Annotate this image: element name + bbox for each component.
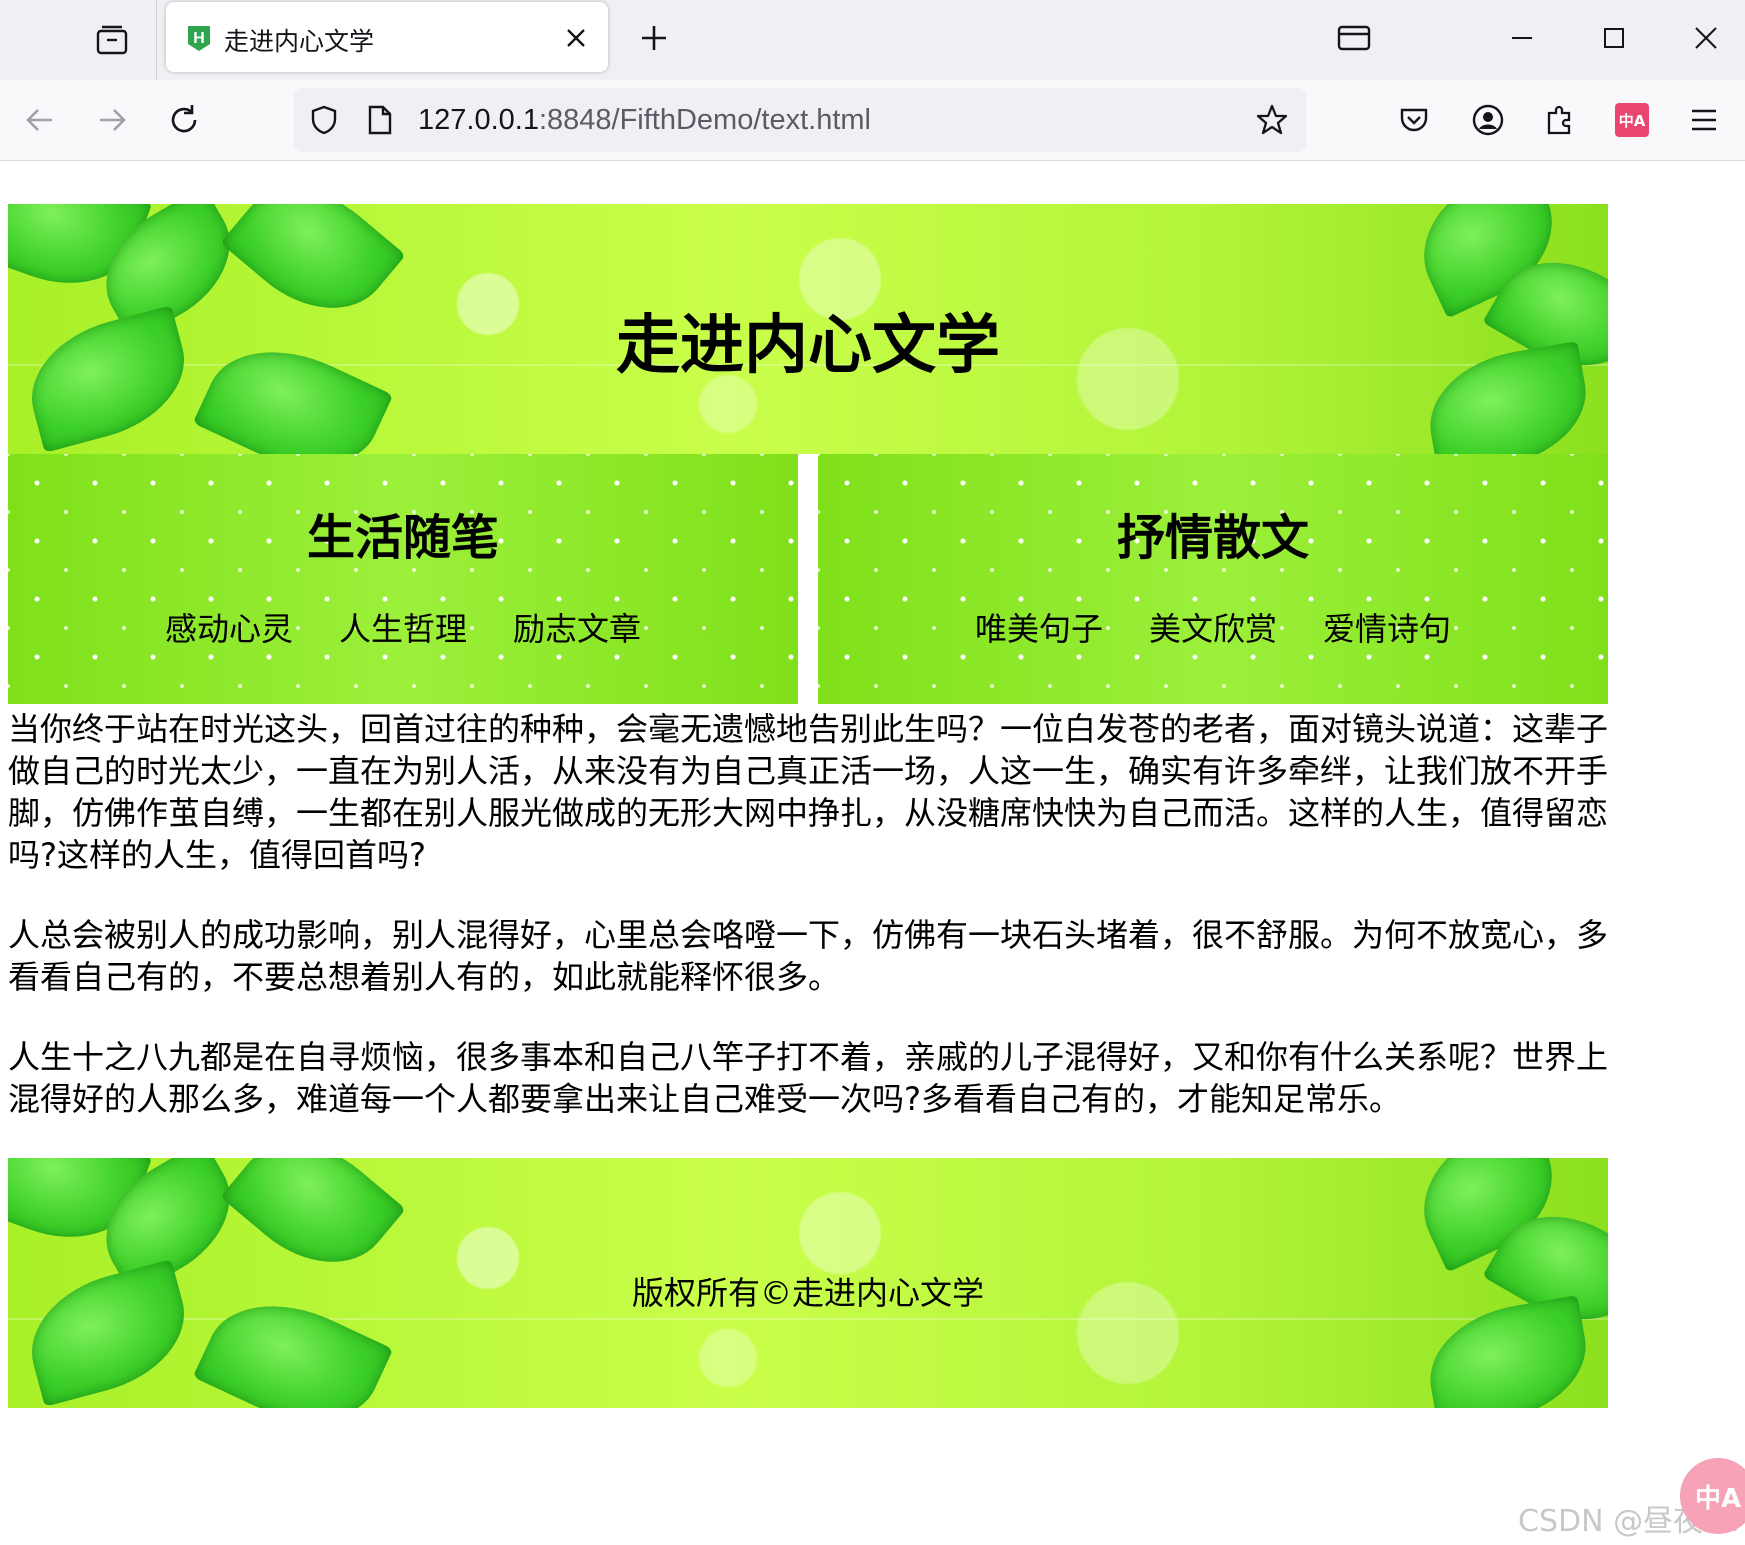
tab-close-button[interactable]	[558, 20, 594, 56]
minimize-icon	[1512, 37, 1532, 39]
article-paragraph: 当你终于站在时光这头，回首过往的种种，会毫无遗憾地告别此生吗？一位白发苍的老者，…	[8, 710, 1609, 874]
link-life-philosophy[interactable]: 人生哲理	[339, 604, 467, 650]
puzzle-icon	[1547, 105, 1571, 135]
footer-copyright: 版权所有©走进内心文学	[631, 1274, 984, 1312]
url-host: 127.0.0.1	[418, 104, 539, 136]
link-love-poems[interactable]: 爱情诗句	[1323, 604, 1451, 650]
header-banner: 走进内心文学	[8, 204, 1608, 454]
shield-icon	[311, 105, 337, 135]
hbuilder-favicon-icon: H	[188, 26, 210, 51]
forward-button[interactable]	[88, 96, 136, 144]
account-icon	[1472, 104, 1504, 136]
url-text[interactable]: 127.0.0.1:8848/FifthDemo/text.html	[418, 104, 871, 137]
menu-button[interactable]	[1680, 96, 1728, 144]
section-lyrical-prose: 抒情散文 唯美句子 美文欣赏 爱情诗句	[818, 454, 1608, 704]
page-info-button[interactable]	[360, 100, 400, 140]
back-button[interactable]	[16, 96, 64, 144]
bookmark-button[interactable]	[1252, 100, 1292, 140]
section-life-essays: 生活随笔 感动心灵 人生哲理 励志文章	[8, 454, 798, 704]
address-bar[interactable]: 127.0.0.1:8848/FifthDemo/text.html	[294, 88, 1306, 152]
minimize-button[interactable]	[1498, 14, 1546, 62]
extensions-button[interactable]	[1536, 96, 1584, 144]
navigation-bar: 127.0.0.1:8848/FifthDemo/text.html 中A	[0, 80, 1745, 161]
view-tabs-button[interactable]	[1330, 14, 1378, 62]
close-icon	[567, 29, 585, 47]
pocket-button[interactable]	[1390, 96, 1438, 144]
tracking-protection-button[interactable]	[304, 100, 344, 140]
maximize-button[interactable]	[1590, 14, 1638, 62]
reload-icon	[171, 105, 197, 133]
link-beautiful-sentences[interactable]: 唯美句子	[975, 604, 1103, 650]
account-button[interactable]	[1464, 96, 1512, 144]
pocket-icon	[1400, 108, 1428, 132]
section-links: 唯美句子 美文欣赏 爱情诗句	[818, 604, 1608, 650]
page-content: 走进内心文学 生活随笔 感动心灵 人生哲理 励志文章 抒情散文 唯美句子 美文欣…	[8, 204, 1608, 1408]
article-paragraph: 人总会被别人的成功影响，别人混得好，心里总会咯噔一下，仿佛有一块石头堵着，很不舒…	[8, 916, 1609, 996]
section-columns: 生活随笔 感动心灵 人生哲理 励志文章 抒情散文 唯美句子 美文欣赏 爱情诗句	[8, 454, 1608, 704]
new-tab-button[interactable]	[632, 16, 676, 60]
section-links: 感动心灵 人生哲理 励志文章	[8, 604, 798, 650]
page-icon	[368, 105, 392, 135]
active-tab[interactable]: H 走进内心文学	[166, 2, 608, 72]
maximize-icon	[1604, 28, 1624, 48]
tab-bar: H 走进内心文学	[0, 0, 1745, 80]
article-body: 当你终于站在时光这头，回首过往的种种，会毫无遗憾地告别此生吗？一位白发苍的老者，…	[8, 708, 1608, 1120]
window-close-icon	[1695, 27, 1717, 49]
star-icon	[1256, 104, 1288, 135]
section-title: 生活随笔	[306, 510, 499, 566]
tab-separator	[156, 0, 157, 80]
window-tabs-icon	[1337, 25, 1371, 51]
hamburger-menu-icon	[1692, 109, 1716, 131]
tab-title: 走进内心文学	[224, 27, 375, 56]
section-title: 抒情散文	[1116, 510, 1309, 566]
arrow-right-icon	[100, 109, 126, 131]
tab-list-icon	[96, 25, 128, 55]
translate-icon: 中A	[1615, 103, 1649, 137]
article-paragraph: 人生十之八九都是在自寻烦恼，很多事本和自己八竿子打不着，亲戚的儿子混得好，又和你…	[8, 1038, 1609, 1118]
window-close-button[interactable]	[1682, 14, 1730, 62]
link-inspirational-articles[interactable]: 励志文章	[513, 604, 641, 650]
url-path: :8848/FifthDemo/text.html	[538, 104, 871, 136]
page-title: 走进内心文学	[616, 309, 1000, 383]
footer-banner: 版权所有©走进内心文学	[8, 1158, 1608, 1408]
link-essay-appreciation[interactable]: 美文欣赏	[1149, 604, 1277, 650]
reload-button[interactable]	[160, 96, 208, 144]
arrow-left-icon	[26, 109, 52, 131]
translate-extension-button[interactable]: 中A	[1608, 96, 1656, 144]
plus-icon	[642, 26, 666, 50]
link-touching-soul[interactable]: 感动心灵	[165, 604, 293, 650]
favicon-letter: H	[193, 30, 205, 47]
tab-list-button[interactable]	[90, 18, 134, 62]
